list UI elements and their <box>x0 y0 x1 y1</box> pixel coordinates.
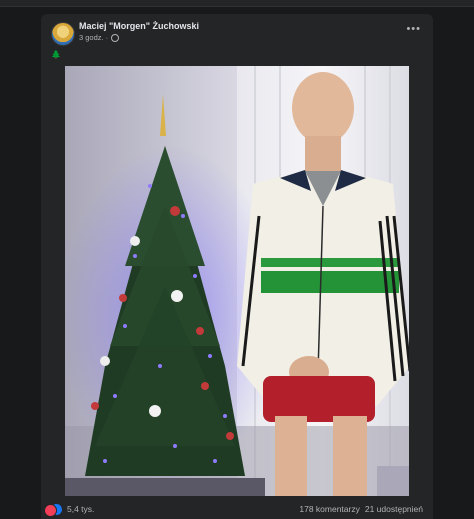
post-stats: 178 komentarzy 21 udostępnień <box>299 504 423 514</box>
top-bar <box>0 0 474 7</box>
author-name[interactable]: Maciej "Morgen" Żuchowski <box>79 21 199 31</box>
post-meta: 3 godz. · <box>79 33 120 42</box>
shares-count[interactable]: 21 udostępnień <box>365 504 423 514</box>
post-time[interactable]: 3 godz. <box>79 33 104 42</box>
meta-separator: · <box>105 33 109 42</box>
globe-icon <box>111 33 120 42</box>
post-footer: 5,4 tys. 178 komentarzy 21 udostępnień <box>41 500 433 519</box>
love-reaction-icon[interactable] <box>44 504 57 517</box>
post-text-tree-emoji: 🌲 <box>51 50 61 59</box>
comments-count[interactable]: 178 komentarzy <box>299 504 359 514</box>
post-photo[interactable] <box>65 66 409 496</box>
author-avatar[interactable] <box>51 22 75 46</box>
photo-scene <box>65 66 409 496</box>
reaction-count[interactable]: 5,4 tys. <box>67 504 94 514</box>
post-card: Maciej "Morgen" Żuchowski 3 godz. · ••• … <box>41 14 433 519</box>
more-options-icon[interactable]: ••• <box>406 23 421 35</box>
